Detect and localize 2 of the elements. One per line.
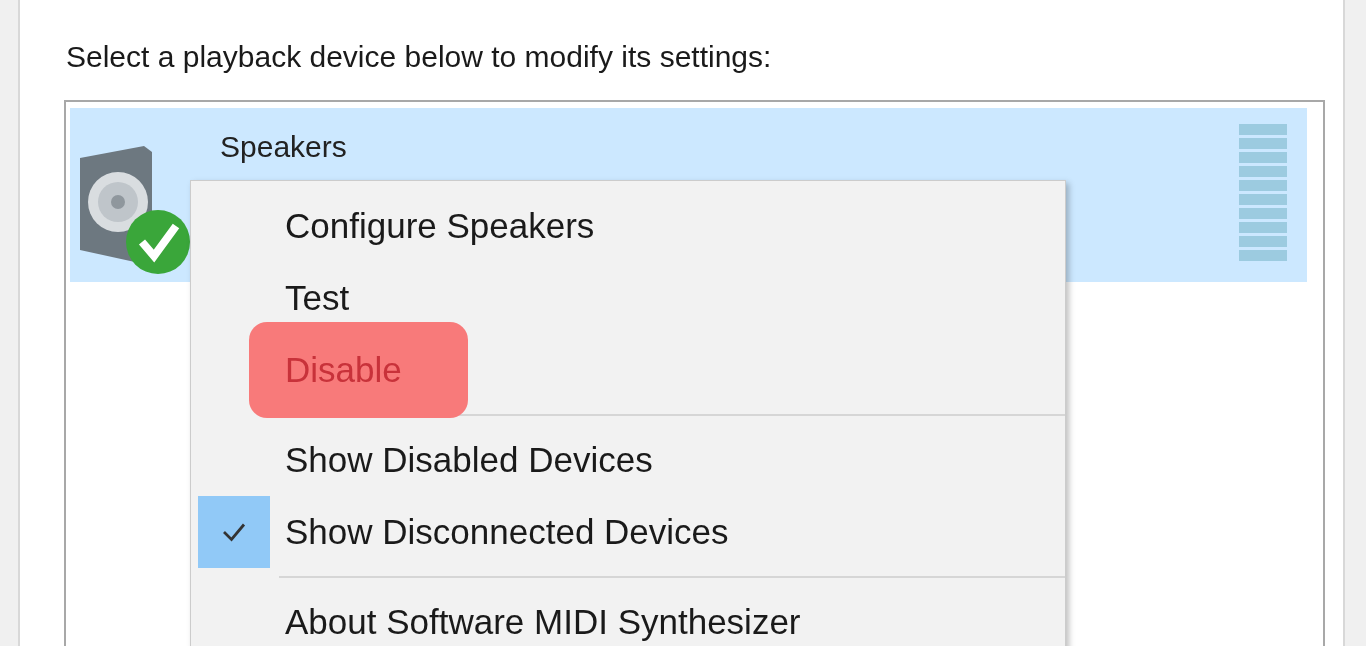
device-name: Speakers	[220, 130, 348, 164]
instruction-text: Select a playback device below to modify its settings:	[66, 40, 773, 74]
